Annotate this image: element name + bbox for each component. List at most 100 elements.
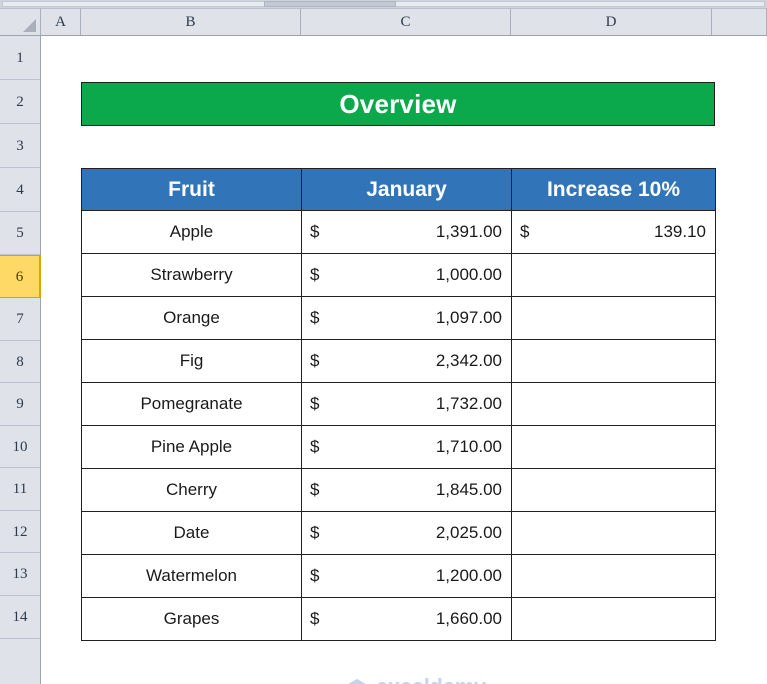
row-header-2[interactable]: 2 (0, 80, 40, 124)
table-header-row: Fruit January Increase 10% (81, 168, 716, 211)
cell-fruit[interactable]: Date (81, 511, 302, 555)
table-row: Strawberry $1,000.00 (81, 253, 716, 297)
cell-january[interactable]: $1,710.00 (301, 425, 512, 469)
cell-january[interactable]: $1,200.00 (301, 554, 512, 598)
cell-january-currency: $ (310, 609, 320, 628)
cell-increase[interactable] (511, 296, 716, 340)
cell-increase[interactable] (511, 425, 716, 469)
row-header-8[interactable]: 8 (0, 341, 40, 383)
scrollbar-thumb[interactable] (264, 1, 396, 7)
column-header-fruit[interactable]: Fruit (81, 168, 302, 211)
row-header-10[interactable]: 10 (0, 426, 40, 468)
cell-january[interactable]: $1,660.00 (301, 597, 512, 641)
row-header-14[interactable]: 14 (0, 596, 40, 639)
cell-fruit[interactable]: Strawberry (81, 253, 302, 297)
cell-fruit[interactable]: Watermelon (81, 554, 302, 598)
table-row: Grapes $1,660.00 (81, 597, 716, 641)
column-header-january[interactable]: January (301, 168, 512, 211)
cell-increase[interactable]: $139.10 (511, 210, 716, 254)
select-all-corner[interactable] (0, 9, 41, 35)
cell-january-value: 1,000.00 (435, 265, 502, 284)
cell-fruit[interactable]: Grapes (81, 597, 302, 641)
cell-fruit[interactable]: Cherry (81, 468, 302, 512)
cell-january-value: 2,025.00 (435, 523, 502, 542)
cell-january[interactable]: $1,391.00 (301, 210, 512, 254)
exceldemy-watermark: exceldemy EXCEL - DATA - BI (344, 672, 514, 684)
cell-increase[interactable] (511, 253, 716, 297)
cell-january-value: 1,845.00 (435, 480, 502, 499)
row-header-filler (0, 639, 40, 684)
sheet-canvas[interactable]: Overview Fruit January Increase 10% Appl… (41, 36, 767, 684)
cell-january-value: 1,200.00 (435, 566, 502, 585)
cell-january-value: 1,097.00 (435, 308, 502, 327)
cell-increase[interactable] (511, 597, 716, 641)
cell-fruit[interactable]: Fig (81, 339, 302, 383)
cell-fruit[interactable]: Pine Apple (81, 425, 302, 469)
cell-increase[interactable] (511, 468, 716, 512)
column-header-B[interactable]: B (81, 9, 301, 35)
cell-fruit[interactable]: Apple (81, 210, 302, 254)
cell-january[interactable]: $1,000.00 (301, 253, 512, 297)
cell-increase-currency: $ (520, 222, 530, 241)
watermark-name: exceldemy (376, 675, 486, 684)
column-header-partial[interactable] (712, 9, 767, 35)
row-header-9[interactable]: 9 (0, 383, 40, 426)
cell-increase[interactable] (511, 339, 716, 383)
table-row: Date $2,025.00 (81, 511, 716, 555)
cell-january-currency: $ (310, 394, 320, 413)
table-row: Orange $1,097.00 (81, 296, 716, 340)
column-header-D[interactable]: D (511, 9, 712, 35)
row-header-7[interactable]: 7 (0, 298, 40, 341)
cell-fruit[interactable]: Pomegranate (81, 382, 302, 426)
row-header-5[interactable]: 5 (0, 212, 40, 255)
select-all-triangle-icon (23, 19, 36, 32)
cell-increase-value: 139.10 (654, 222, 706, 241)
column-header-C[interactable]: C (301, 9, 511, 35)
horizontal-scrollbar[interactable] (0, 0, 767, 9)
cell-january-currency: $ (310, 265, 320, 284)
cell-january-currency: $ (310, 566, 320, 585)
cell-january-currency: $ (310, 523, 320, 542)
cell-january-currency: $ (310, 437, 320, 456)
cell-january-value: 1,391.00 (435, 222, 502, 241)
table-row: Watermelon $1,200.00 (81, 554, 716, 598)
cell-increase[interactable] (511, 382, 716, 426)
row-header-3[interactable]: 3 (0, 124, 40, 168)
column-header-bar: ABCD (0, 9, 767, 36)
row-header-1[interactable]: 1 (0, 36, 40, 80)
cell-january-value: 1,732.00 (435, 394, 502, 413)
table-row: Pine Apple $1,710.00 (81, 425, 716, 469)
cell-january[interactable]: $1,097.00 (301, 296, 512, 340)
cell-increase[interactable] (511, 554, 716, 598)
table-row: Apple $1,391.00 $139.10 (81, 210, 716, 254)
table-row: Cherry $1,845.00 (81, 468, 716, 512)
row-header-4[interactable]: 4 (0, 168, 40, 212)
exceldemy-logo-icon (348, 679, 366, 684)
watermark-text-group: exceldemy EXCEL - DATA - BI (376, 675, 486, 684)
column-header-increase[interactable]: Increase 10% (511, 168, 716, 211)
cell-january[interactable]: $1,845.00 (301, 468, 512, 512)
cell-fruit[interactable]: Orange (81, 296, 302, 340)
page-title: Overview (339, 88, 457, 119)
cell-january[interactable]: $1,732.00 (301, 382, 512, 426)
row-header-bar: 1 2 3 4 5 6 7 8 9 10 11 12 13 14 (0, 36, 41, 684)
overview-title-banner[interactable]: Overview (81, 82, 715, 126)
cell-january[interactable]: $2,342.00 (301, 339, 512, 383)
spreadsheet-window: ABCD 1 2 3 4 5 6 7 8 9 10 11 12 13 14 Overview Fruit … (0, 0, 767, 684)
cell-increase[interactable] (511, 511, 716, 555)
row-header-13[interactable]: 13 (0, 553, 40, 596)
cell-january-currency: $ (310, 480, 320, 499)
column-header-A[interactable]: A (41, 9, 81, 35)
cell-january-value: 1,710.00 (435, 437, 502, 456)
row-header-6[interactable]: 6 (0, 255, 41, 298)
cell-january-currency: $ (310, 222, 320, 241)
row-header-12[interactable]: 12 (0, 511, 40, 553)
cell-january[interactable]: $2,025.00 (301, 511, 512, 555)
fruit-price-table: Fruit January Increase 10% Apple $1,391.0… (81, 168, 716, 641)
cell-january-currency: $ (310, 308, 320, 327)
cell-january-value: 1,660.00 (435, 609, 502, 628)
table-row: Pomegranate $1,732.00 (81, 382, 716, 426)
cell-january-currency: $ (310, 351, 320, 370)
row-header-11[interactable]: 11 (0, 468, 40, 511)
table-row: Fig $2,342.00 (81, 339, 716, 383)
